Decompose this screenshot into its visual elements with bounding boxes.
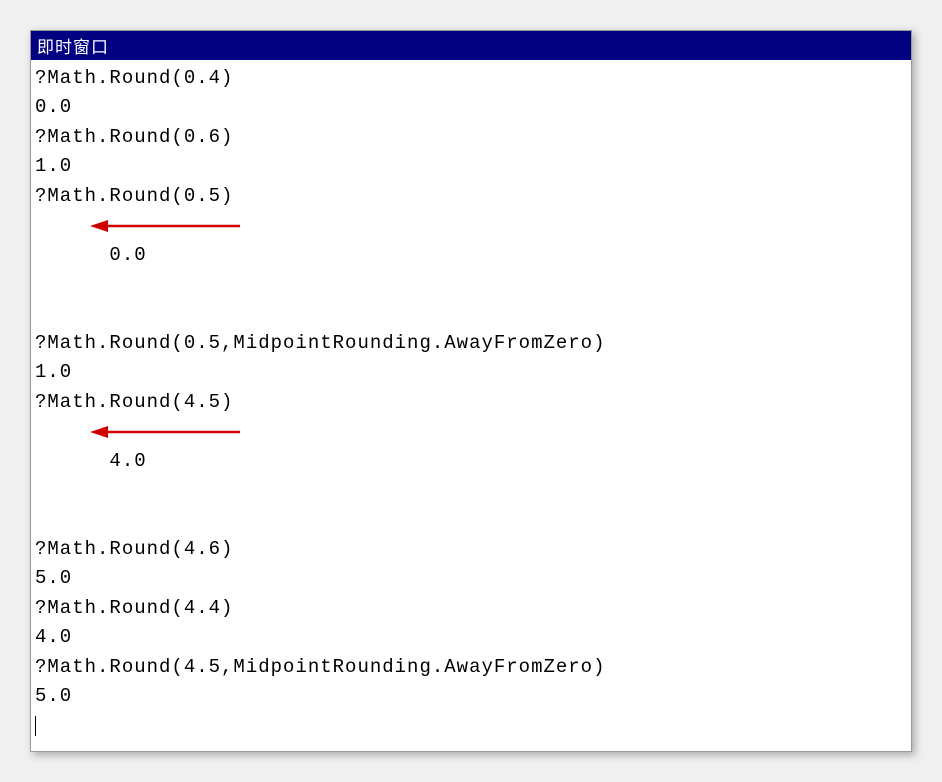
console-line: ?Math.Round(4.5) [35, 388, 907, 417]
console-line: 4.0 [35, 623, 907, 652]
console-line: ?Math.Round(0.6) [35, 123, 907, 152]
console-line: ?Math.Round(4.5,MidpointRounding.AwayFro… [35, 653, 907, 682]
console-line: 1.0 [35, 152, 907, 181]
console-line: 0.0 [35, 93, 907, 122]
annotation-arrow-icon [90, 216, 240, 236]
cursor-line [35, 712, 907, 741]
text-cursor-icon [35, 716, 36, 736]
console-line: 0.0 [35, 211, 907, 329]
immediate-window: 即时窗口 ?Math.Round(0.4) 0.0 ?Math.Round(0.… [30, 30, 912, 752]
console-line: 5.0 [35, 682, 907, 711]
annotation-arrow-icon [90, 422, 240, 442]
console-line: 1.0 [35, 358, 907, 387]
console-line: ?Math.Round(0.4) [35, 64, 907, 93]
console-content[interactable]: ?Math.Round(0.4) 0.0 ?Math.Round(0.6) 1.… [31, 60, 911, 751]
console-line: ?Math.Round(0.5,MidpointRounding.AwayFro… [35, 329, 907, 358]
console-text: 4.0 [109, 450, 146, 472]
window-title: 即时窗口 [37, 38, 109, 57]
console-line: 5.0 [35, 564, 907, 593]
console-line: ?Math.Round(4.4) [35, 594, 907, 623]
titlebar: 即时窗口 [31, 31, 911, 60]
console-line: ?Math.Round(4.6) [35, 535, 907, 564]
console-line: ?Math.Round(0.5) [35, 182, 907, 211]
console-line: 4.0 [35, 417, 907, 535]
console-text: 0.0 [109, 244, 146, 266]
